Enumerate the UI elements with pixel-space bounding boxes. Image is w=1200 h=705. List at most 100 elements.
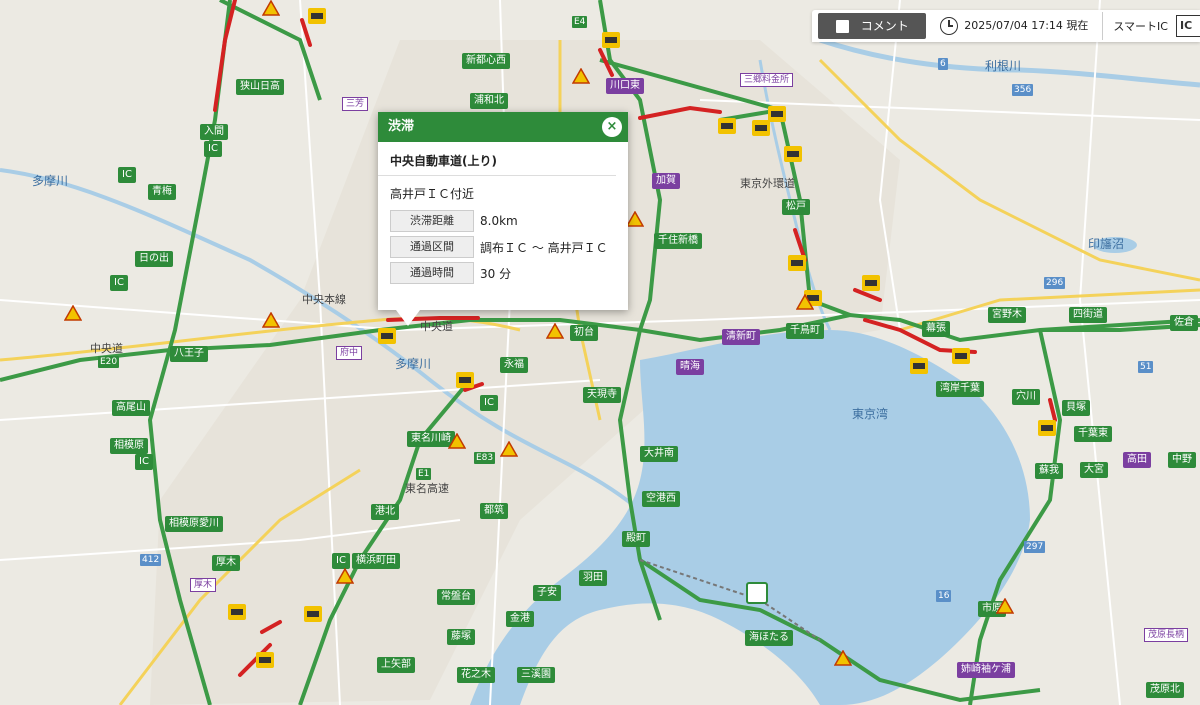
ic-label[interactable]: 大宮 — [1080, 462, 1108, 478]
ic-label[interactable]: 空港西 — [642, 491, 680, 507]
warning-icon[interactable] — [796, 294, 814, 310]
traffic-jam-icon[interactable] — [602, 32, 620, 48]
warning-icon[interactable] — [262, 312, 280, 328]
warning-icon[interactable] — [626, 211, 644, 227]
ic-label[interactable]: 八王子 — [170, 346, 208, 362]
ic-label[interactable]: 佐倉 — [1170, 315, 1198, 331]
ic-label[interactable]: IC — [204, 141, 222, 157]
traffic-jam-icon[interactable] — [862, 275, 880, 291]
warning-icon[interactable] — [546, 323, 564, 339]
traffic-jam-icon[interactable] — [378, 328, 396, 344]
smart-ic-label[interactable]: 三芳 — [342, 97, 369, 111]
ic-label[interactable]: IC — [480, 395, 498, 411]
ic-label[interactable]: 茂原北 — [1146, 682, 1184, 698]
route-number: E4 — [572, 16, 588, 28]
ic-label[interactable]: 相模原愛川 — [165, 516, 223, 532]
smart-ic-label[interactable]: 府中 — [336, 346, 363, 360]
warning-icon[interactable] — [834, 650, 852, 666]
traffic-jam-icon[interactable] — [304, 606, 322, 622]
ic-label[interactable]: 入間 — [200, 124, 228, 140]
ic-label[interactable]: 子安 — [533, 585, 561, 601]
traffic-jam-icon[interactable] — [308, 8, 326, 24]
ic-label[interactable]: 松戸 — [782, 199, 810, 215]
ic-label[interactable]: 貝塚 — [1062, 400, 1090, 416]
ic-label[interactable]: 三溪園 — [517, 667, 555, 683]
ic-label[interactable]: IC — [332, 553, 350, 569]
traffic-jam-icon[interactable] — [456, 372, 474, 388]
ic-label[interactable]: 金港 — [506, 611, 534, 627]
ic-label[interactable]: 千鳥町 — [786, 323, 824, 339]
comment-toggle-button[interactable]: コメント — [818, 13, 927, 39]
ic-label[interactable]: 殿町 — [622, 531, 650, 547]
ic-label[interactable]: 青梅 — [148, 184, 176, 200]
ic-label[interactable]: 大井南 — [640, 446, 678, 462]
ic-label[interactable]: IC — [135, 454, 153, 470]
ic-label[interactable]: 相模原 — [110, 438, 148, 454]
ic-label[interactable]: 初台 — [570, 325, 598, 341]
ic-label[interactable]: 海ほたる — [745, 630, 793, 646]
ic-label[interactable]: 幕張 — [922, 321, 950, 337]
ic-label[interactable]: IC — [118, 167, 136, 183]
ic-label[interactable]: 四街道 — [1069, 307, 1107, 323]
ic-label-closed[interactable]: 清新町 — [722, 329, 760, 345]
smart-ic-label[interactable]: 三郷料金所 — [740, 73, 794, 87]
warning-icon[interactable] — [448, 433, 466, 449]
traffic-jam-icon[interactable] — [718, 118, 736, 134]
map-canvas[interactable]: 東京湾 多摩川 多摩川 利根川 印旛沼 中央本線 中央道 東名高速 中央道 東京… — [0, 0, 1200, 705]
traffic-jam-icon[interactable] — [256, 652, 274, 668]
smart-ic-label[interactable]: 厚木 — [190, 578, 217, 592]
ic-label[interactable]: 都筑 — [480, 503, 508, 519]
ic-label[interactable]: 永福 — [500, 357, 528, 373]
ic-label[interactable]: 天現寺 — [583, 387, 621, 403]
ic-label-closed[interactable]: 晴海 — [676, 359, 704, 375]
traffic-jam-icon[interactable] — [1038, 420, 1056, 436]
traffic-jam-icon[interactable] — [784, 146, 802, 162]
warning-icon[interactable] — [336, 568, 354, 584]
traffic-jam-icon[interactable] — [228, 604, 246, 620]
congestion-popup: 渋滞 × 中央自動車道(上り) 高井戸ＩＣ付近 渋滞距離 8.0km 通過区間 … — [378, 112, 628, 326]
ic-label-closed[interactable]: 加賀 — [652, 173, 680, 189]
ic-label[interactable]: 千住新橋 — [654, 233, 702, 249]
traffic-jam-icon[interactable] — [952, 348, 970, 364]
parking-area-icon[interactable] — [746, 582, 768, 604]
traffic-jam-icon[interactable] — [910, 358, 928, 374]
ic-label[interactable]: 港北 — [371, 504, 399, 520]
ic-label[interactable]: 花之木 — [457, 667, 495, 683]
warning-icon[interactable] — [262, 0, 280, 16]
ic-label[interactable]: 穴川 — [1012, 389, 1040, 405]
ic-label[interactable]: 宮野木 — [988, 307, 1026, 323]
warning-icon[interactable] — [572, 68, 590, 84]
ic-label[interactable]: 新都心西 — [462, 53, 510, 69]
ic-label[interactable]: 蘇我 — [1035, 463, 1063, 479]
ic-label[interactable]: 湾岸千葉 — [936, 381, 984, 397]
warning-icon[interactable] — [996, 598, 1014, 614]
ic-label[interactable]: IC — [110, 275, 128, 291]
traffic-jam-icon[interactable] — [768, 106, 786, 122]
smart-ic-label[interactable]: 茂原長柄 — [1144, 628, 1189, 642]
water-name-tama-river-west: 多摩川 — [32, 174, 69, 188]
ic-label[interactable]: 狭山日高 — [236, 79, 284, 95]
ic-label[interactable]: 日の出 — [135, 251, 173, 267]
ic-label[interactable]: 厚木 — [212, 555, 240, 571]
warning-icon[interactable] — [64, 305, 82, 321]
ic-label[interactable]: 中野 — [1168, 452, 1196, 468]
checkbox-icon[interactable] — [835, 19, 849, 33]
ic-label[interactable]: 常盤台 — [437, 589, 475, 605]
ic-label[interactable]: 浦和北 — [470, 93, 508, 109]
ic-label-closed[interactable]: 川口東 — [606, 78, 644, 94]
ic-label[interactable]: 藤塚 — [447, 629, 475, 645]
ic-label[interactable]: 千葉東 — [1074, 426, 1112, 442]
ic-label[interactable]: 上矢部 — [377, 657, 415, 673]
ic-label[interactable]: 高尾山 — [112, 400, 150, 416]
traffic-jam-icon[interactable] — [752, 120, 770, 136]
ic-label[interactable]: 横浜町田 — [352, 553, 400, 569]
ic-label-closed[interactable]: 姉崎袖ケ浦 — [957, 662, 1015, 678]
route-number: E83 — [474, 452, 496, 464]
ic-label-closed[interactable]: 高田 — [1123, 452, 1151, 468]
ic-label[interactable]: 羽田 — [579, 570, 607, 586]
traffic-jam-icon[interactable] — [788, 255, 806, 271]
popup-value: 調布ＩＣ 〜 高井戸ＩＣ — [480, 240, 608, 255]
close-icon[interactable]: × — [602, 117, 622, 137]
warning-icon[interactable] — [500, 441, 518, 457]
top-toolbar: コメント 2025/07/04 17:14 現在 スマートIC IC — [812, 10, 1200, 42]
